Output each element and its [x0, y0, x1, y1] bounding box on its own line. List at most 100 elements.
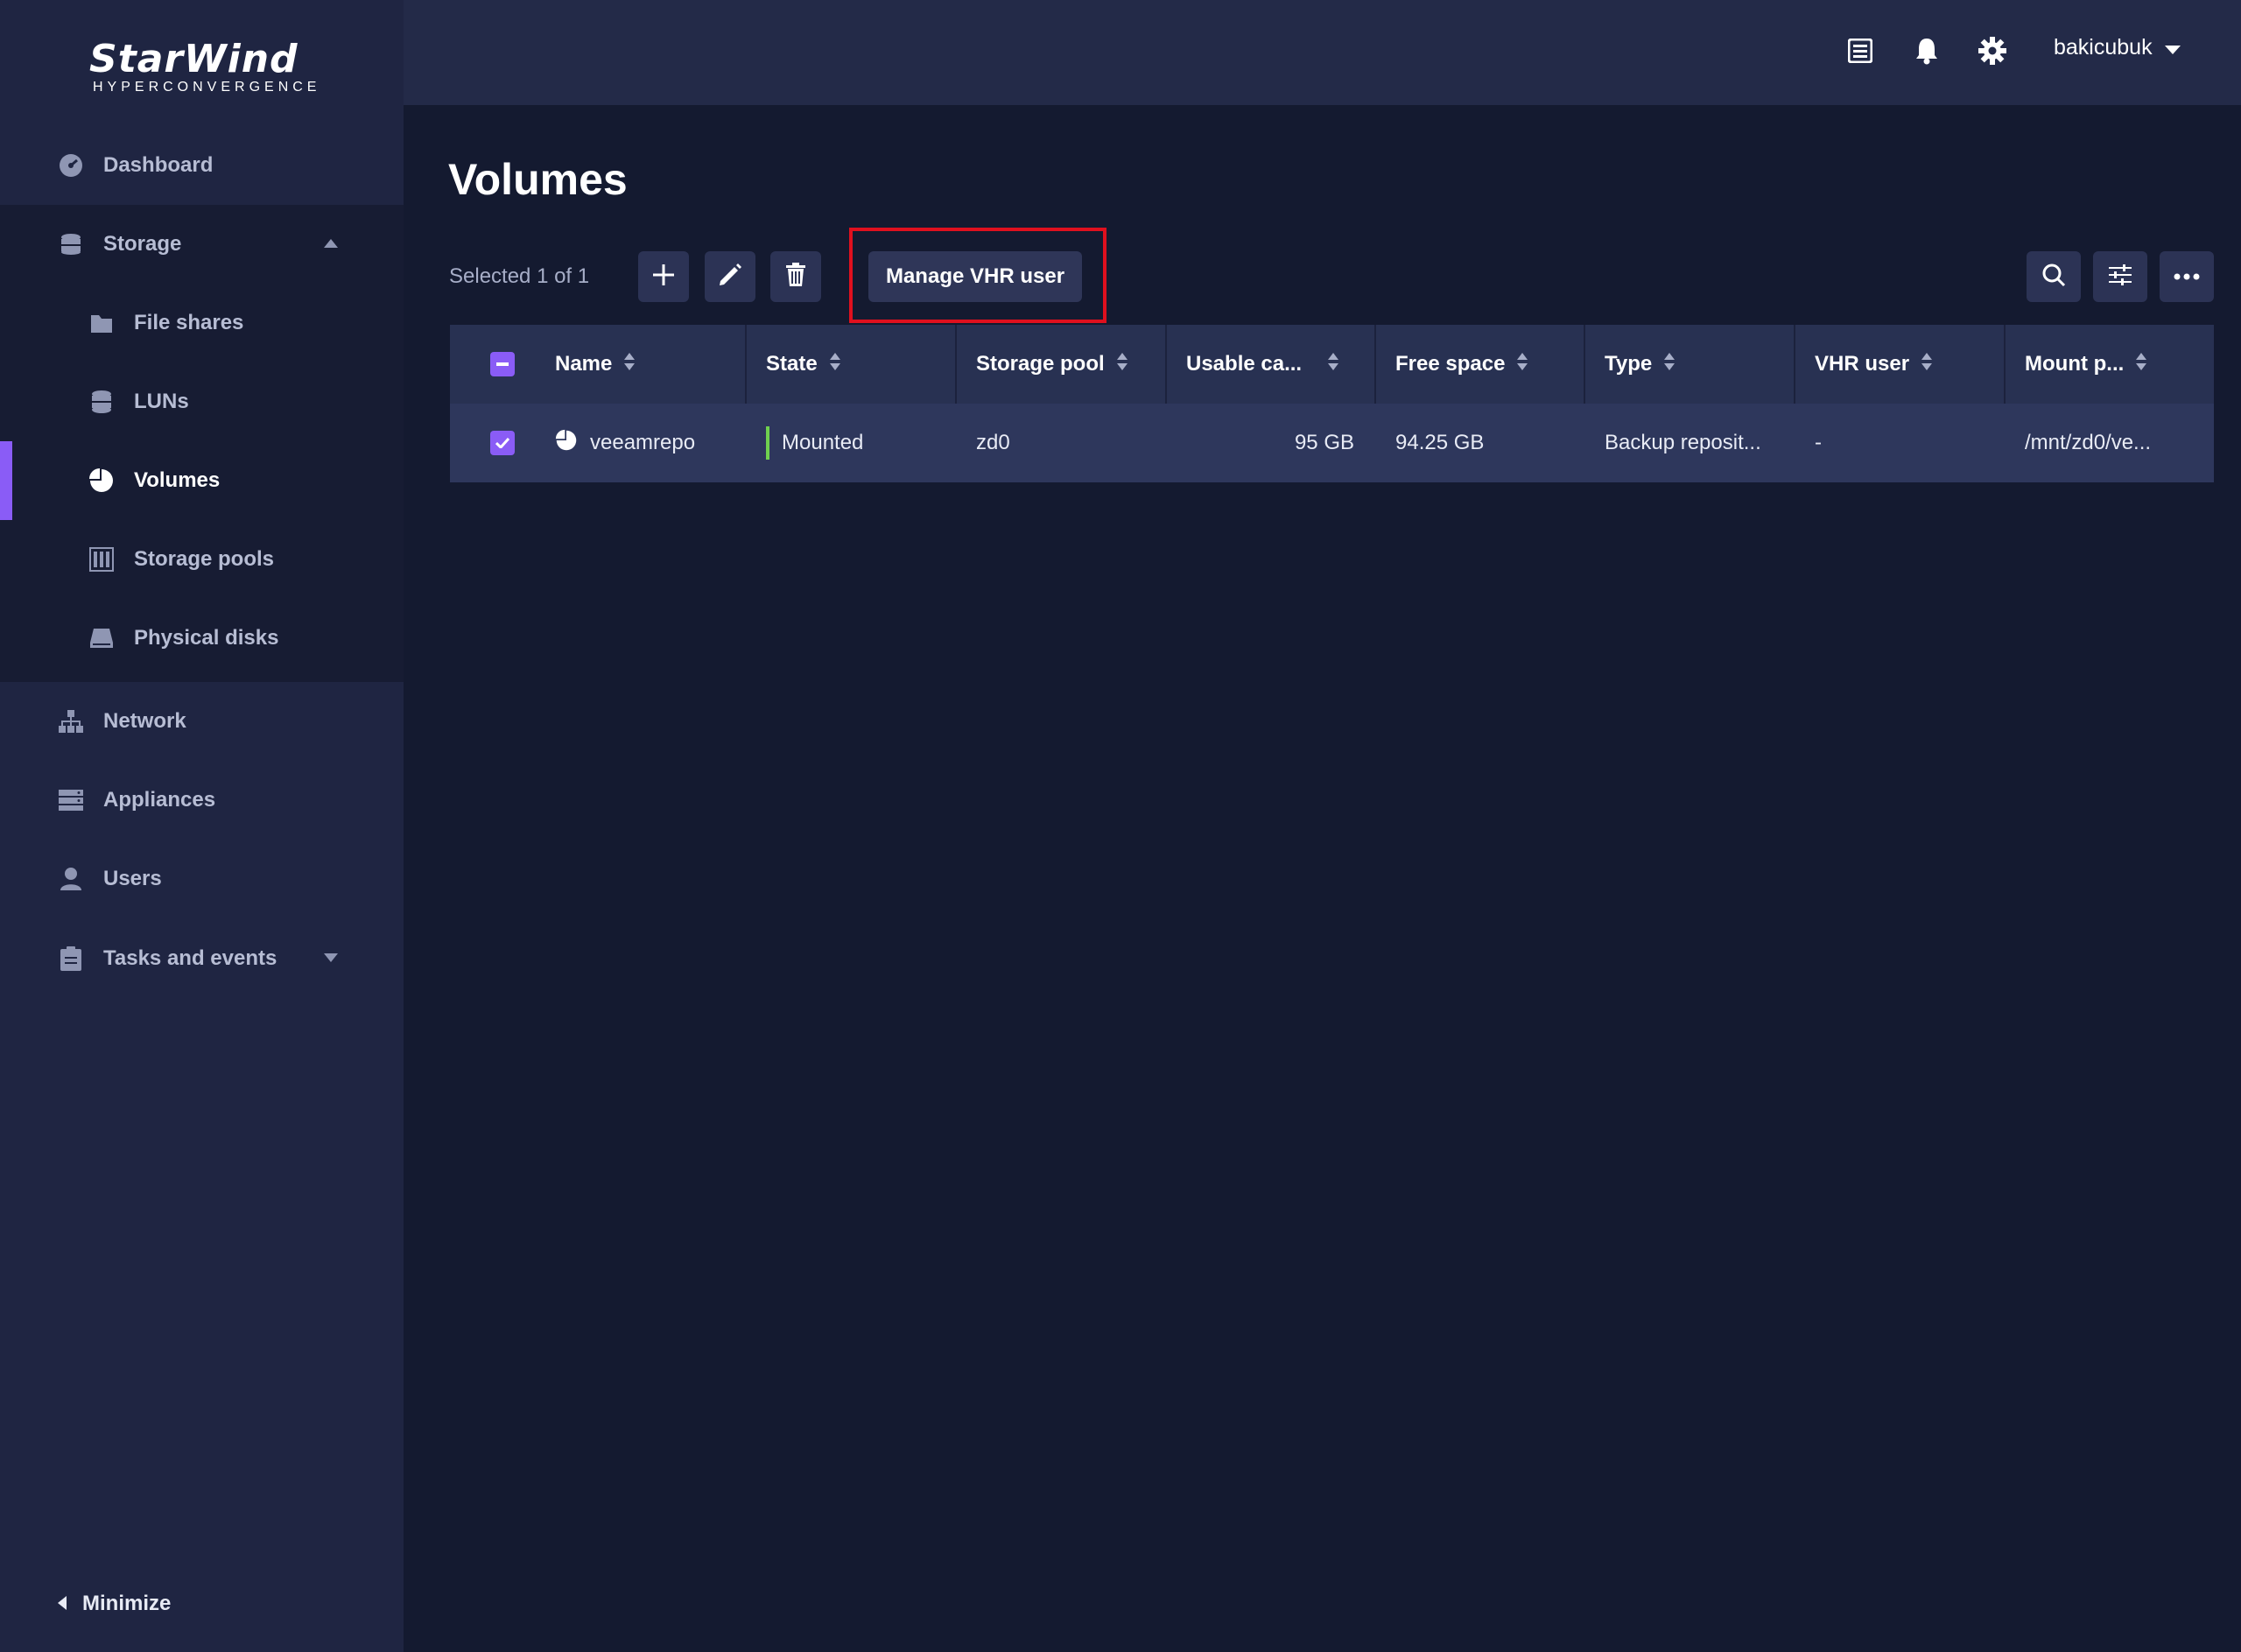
sort-icon: [1328, 352, 1339, 377]
sidebar-item-label: Tasks and events: [103, 946, 277, 970]
sort-icon: [829, 352, 840, 377]
column-label: State: [766, 352, 818, 376]
check-icon: [490, 431, 515, 455]
cell-name: veeamrepo: [555, 404, 695, 482]
state-text: Mounted: [782, 431, 864, 454]
gear-icon[interactable]: [1977, 35, 2008, 67]
column-divider[interactable]: [955, 325, 957, 404]
sort-icon: [2136, 352, 2147, 377]
sidebar-item-label: Storage pools: [134, 547, 275, 571]
volume-name: veeamrepo: [590, 431, 696, 454]
disk-icon: [88, 625, 115, 651]
logo-main-text: StarWind: [89, 37, 299, 81]
sidebar-item-label: Physical disks: [134, 626, 279, 650]
select-all-checkbox[interactable]: [490, 325, 515, 404]
column-divider[interactable]: [745, 325, 747, 404]
table-row[interactable]: veeamrepo Mounted zd0 95 GB 94.25 GB Bac…: [450, 404, 2214, 482]
edit-button[interactable]: [705, 251, 755, 302]
more-options-button[interactable]: [2160, 251, 2214, 302]
column-header-vhr-user[interactable]: VHR user: [1815, 325, 1933, 404]
storage-icon: [58, 231, 84, 257]
user-menu[interactable]: bakicubuk: [2054, 35, 2181, 60]
sort-icon: [1517, 352, 1528, 377]
starwind-logo[interactable]: StarWind HYPERCONVERGENCE: [89, 37, 320, 95]
sidebar-item-dashboard[interactable]: Dashboard: [0, 126, 404, 205]
column-label: Usable ca...: [1186, 352, 1303, 376]
chevron-left-icon: [58, 1592, 67, 1616]
sidebar: StarWind HYPERCONVERGENCE Dashboard Stor…: [0, 0, 404, 1652]
page-title: Volumes: [448, 155, 628, 204]
active-indicator: [0, 441, 12, 520]
cell-usable-capacity: 95 GB: [1294, 431, 1354, 454]
cell-vhr-user: -: [1815, 431, 1822, 454]
add-button[interactable]: [638, 251, 689, 302]
column-header-type[interactable]: Type: [1605, 325, 1675, 404]
chevron-down-icon: [2164, 35, 2181, 60]
database-icon: [88, 389, 115, 415]
row-checkbox[interactable]: [490, 404, 515, 482]
sidebar-item-users[interactable]: Users: [0, 840, 404, 918]
bell-icon[interactable]: [1911, 35, 1942, 67]
search-button[interactable]: [2027, 251, 2081, 302]
network-icon: [58, 708, 84, 735]
table-header: Name State Storage pool Usable ca... Fre…: [450, 325, 2214, 404]
sidebar-item-network[interactable]: Network: [0, 682, 404, 761]
plus-icon: [652, 264, 675, 291]
column-header-state[interactable]: State: [766, 325, 840, 404]
dashboard-icon: [58, 152, 84, 179]
cell-storage-pool: zd0: [976, 431, 1010, 454]
trash-icon: [785, 262, 806, 292]
sort-icon: [624, 352, 636, 377]
column-header-usable-capacity[interactable]: Usable ca...: [1186, 325, 1339, 404]
minimize-button[interactable]: Minimize: [58, 1592, 171, 1616]
logo-sub-text: HYPERCONVERGENCE: [93, 80, 321, 95]
chevron-up-icon[interactable]: [324, 236, 338, 252]
chevron-down-icon[interactable]: [324, 951, 338, 967]
sidebar-item-storage[interactable]: Storage: [0, 205, 404, 284]
column-label: Free space: [1395, 352, 1506, 376]
sidebar-item-file-shares[interactable]: File shares: [0, 284, 404, 362]
sidebar-item-volumes[interactable]: Volumes: [0, 441, 404, 520]
sort-icon: [1116, 352, 1128, 377]
sliders-icon: [2107, 263, 2133, 292]
status-indicator: [766, 426, 769, 460]
sidebar-item-storage-pools[interactable]: Storage pools: [0, 520, 404, 599]
column-divider[interactable]: [1794, 325, 1795, 404]
sort-icon: [1664, 352, 1675, 377]
pencil-icon: [718, 263, 742, 292]
column-divider[interactable]: [2004, 325, 2006, 404]
sidebar-item-label: Volumes: [134, 468, 221, 492]
sidebar-item-label: Appliances: [103, 788, 216, 812]
cell-mount-point: /mnt/zd0/ve...: [2025, 431, 2152, 454]
column-header-mount-point[interactable]: Mount p...: [2025, 325, 2147, 404]
column-divider[interactable]: [1584, 325, 1585, 404]
cell-free-space: 94.25 GB: [1395, 431, 1485, 454]
column-header-storage-pool[interactable]: Storage pool: [976, 325, 1128, 404]
user-icon: [58, 866, 84, 892]
username: bakicubuk: [2054, 35, 2153, 60]
column-label: Name: [555, 352, 613, 376]
column-header-name[interactable]: Name: [555, 325, 636, 404]
pool-icon: [88, 546, 115, 573]
clipboard-icon: [58, 946, 84, 972]
sidebar-item-label: Users: [103, 867, 162, 890]
sidebar-item-luns[interactable]: LUNs: [0, 362, 404, 441]
list-icon[interactable]: [1844, 35, 1876, 67]
column-header-free-space[interactable]: Free space: [1395, 325, 1528, 404]
delete-button[interactable]: [770, 251, 821, 302]
column-label: Mount p...: [2025, 352, 2125, 376]
sidebar-item-tasks-and-events[interactable]: Tasks and events: [0, 919, 404, 998]
folder-icon: [88, 310, 115, 336]
pie-icon: [555, 429, 578, 458]
column-divider[interactable]: [1374, 325, 1376, 404]
column-label: Type: [1605, 352, 1653, 376]
column-divider[interactable]: [1165, 325, 1167, 404]
sidebar-item-appliances[interactable]: Appliances: [0, 761, 404, 840]
sidebar-item-label: Dashboard: [103, 153, 214, 177]
filter-settings-button[interactable]: [2093, 251, 2147, 302]
server-icon: [58, 787, 84, 813]
top-header: bakicubuk: [404, 0, 2241, 105]
sidebar-item-physical-disks[interactable]: Physical disks: [0, 599, 404, 678]
cell-type: Backup reposit...: [1605, 431, 1761, 454]
column-label: Storage pool: [976, 352, 1105, 376]
